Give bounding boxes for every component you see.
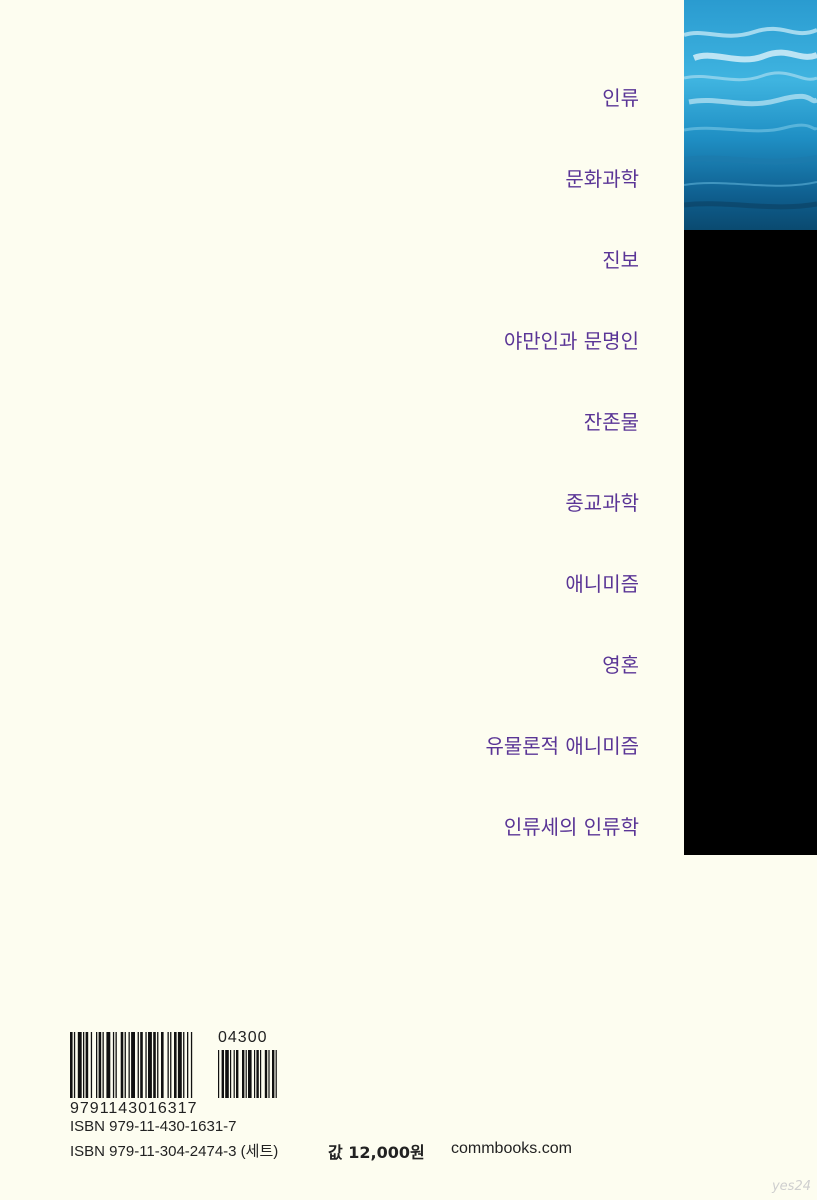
barcode-addon-bar (268, 1050, 270, 1098)
barcode-addon-bar (260, 1050, 262, 1098)
barcode-bar (145, 1032, 147, 1098)
barcode-bar (148, 1032, 152, 1098)
barcode-addon-bar (242, 1050, 245, 1098)
keyword-item: 영혼 (602, 653, 639, 677)
barcode-bar (131, 1032, 135, 1098)
barcode-bar (137, 1032, 139, 1098)
barcode-bar (124, 1032, 126, 1098)
barcode-ean-number: 9791143016317 (70, 1100, 198, 1117)
barcode-bar (96, 1032, 98, 1098)
keyword-item: 문화과학 (565, 167, 639, 191)
keyword-item: 인류 (602, 86, 639, 110)
barcode-bar (167, 1032, 169, 1098)
barcode-addon-bar (233, 1050, 235, 1098)
barcode-bar (77, 1032, 82, 1098)
barcode-addon-bar (230, 1050, 232, 1098)
barcode-bar (85, 1032, 89, 1098)
barcode-bar (174, 1032, 177, 1098)
keyword-item: 진보 (602, 248, 639, 272)
barcode-bar (90, 1032, 93, 1098)
barcode-bar (120, 1032, 124, 1098)
barcode-bar (70, 1032, 73, 1098)
keyword-item: 야만인과 문명인 (503, 329, 639, 353)
keyword-item: 잔존물 (583, 410, 639, 434)
barcode-addon-bar (221, 1050, 224, 1098)
isbn-line-2: ISBN 979-11-304-2474-3 (세트) (70, 1143, 279, 1160)
barcode-bar (161, 1032, 164, 1098)
barcode-addon-bar (254, 1050, 256, 1098)
barcode-bar (177, 1032, 182, 1098)
barcode-bar (98, 1032, 102, 1098)
barcode-bar (102, 1032, 104, 1098)
isbn-barcode: 04300 9791143016317 (68, 1029, 283, 1117)
barcode-addon-bar (248, 1050, 252, 1098)
barcode-bar (128, 1032, 130, 1098)
barcode-addon-number: 04300 (218, 1029, 268, 1046)
barcode-addon-bar (264, 1050, 268, 1098)
barcode-bar (157, 1032, 159, 1098)
barcode-addon-bar (225, 1050, 229, 1098)
barcode-addon-bar (272, 1050, 275, 1098)
barcode-bar (183, 1032, 185, 1098)
barcode-bar (112, 1032, 115, 1098)
barcode-bar (170, 1032, 172, 1098)
keyword-item: 종교과학 (565, 491, 639, 515)
keyword-item: 인류세의 인류학 (503, 815, 639, 839)
keyword-item: 애니미즘 (565, 572, 639, 596)
barcode-bar (83, 1032, 85, 1098)
isbn-line-1: ISBN 979-11-430-1631-7 (70, 1118, 237, 1135)
barcode-bar (106, 1032, 111, 1098)
barcode-addon-bar (256, 1050, 259, 1098)
barcode-bar (187, 1032, 189, 1098)
sea-painting-image (684, 0, 817, 230)
price-label: 값 12,000원 (328, 1143, 425, 1162)
spine-black-panel (684, 230, 817, 855)
barcode-bar (73, 1032, 76, 1098)
barcode-bar (153, 1032, 156, 1098)
barcode-bar (140, 1032, 143, 1098)
publisher-website: commbooks.com (451, 1140, 572, 1157)
barcode-addon-bar (236, 1050, 239, 1098)
barcode-bar (190, 1032, 193, 1098)
barcode-addon-bar (245, 1050, 247, 1098)
barcode-addon-bar (275, 1050, 277, 1098)
keyword-item: 유물론적 애니미즘 (485, 734, 639, 758)
retailer-watermark: yes24 (771, 1179, 811, 1194)
barcode-addon-bar (218, 1050, 220, 1098)
barcode-bar (115, 1032, 117, 1098)
